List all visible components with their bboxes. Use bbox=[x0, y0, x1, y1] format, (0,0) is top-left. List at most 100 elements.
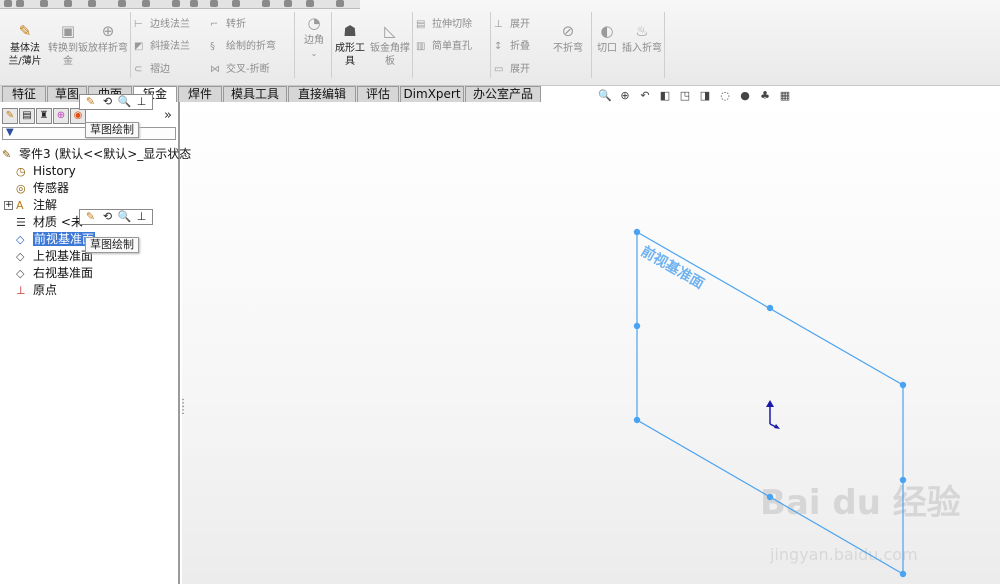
tree-item-sensors[interactable]: ◎ 传感器 bbox=[16, 180, 69, 197]
corner-dropdown-icon[interactable]: ⌄ bbox=[298, 47, 330, 60]
qat-icon[interactable] bbox=[190, 0, 198, 7]
graphics-area[interactable]: Bai du 经验 jingyan.baidu.com bbox=[182, 102, 1000, 584]
miter-flange-button[interactable]: ◩ 斜接法兰 bbox=[134, 40, 190, 54]
zoom-area-icon[interactable]: ⊕ bbox=[615, 89, 635, 102]
panel-splitter-handle[interactable]: ⋮ ⋮ bbox=[178, 399, 188, 424]
qat-icon[interactable] bbox=[336, 0, 344, 7]
ribbon-divider bbox=[490, 12, 491, 78]
tree-item-front-plane[interactable]: ◇ 前视基准面 bbox=[16, 231, 96, 248]
tooltip-sketch: 草图绘制 bbox=[85, 122, 139, 138]
property-manager-tab-icon[interactable]: ▤ bbox=[19, 108, 35, 124]
zoom-to-selection-icon[interactable]: 🔍 bbox=[116, 210, 133, 224]
convert-to-sheet-button[interactable]: ▣ 转换到钣金 bbox=[47, 22, 89, 68]
simple-hole-button[interactable]: ▥ 简单直孔 bbox=[416, 40, 472, 54]
command-manager-ribbon: ✎ 基体法兰/薄片 ▣ 转换到钣金 ⊕ 放样折弯 ⊢ 边线法兰 ◩ 斜接法兰 ⊂ 褶边… bbox=[0, 0, 1000, 86]
normal-to-icon[interactable]: ⟲ bbox=[99, 95, 116, 109]
insert-bends-button[interactable]: ♨ 插入折弯 bbox=[622, 22, 662, 55]
sketched-bend-button[interactable]: § 绘制的折弯 bbox=[210, 40, 276, 54]
sketch-icon[interactable]: ✎ bbox=[82, 210, 99, 224]
display-manager-tab-icon[interactable]: ◉ bbox=[70, 108, 86, 124]
ribbon-divider bbox=[294, 12, 295, 78]
qat-icon[interactable] bbox=[88, 0, 96, 7]
hem-button[interactable]: ⊂ 褶边 bbox=[134, 63, 170, 77]
expand-chevron-icon[interactable]: » bbox=[164, 108, 172, 123]
qat-icon[interactable] bbox=[210, 0, 218, 7]
normal-to-icon[interactable]: ⟲ bbox=[99, 210, 116, 224]
cross-break-label: 交叉-折断 bbox=[226, 64, 270, 75]
sensor-icon: ◎ bbox=[16, 182, 26, 195]
edge-flange-button[interactable]: ⊢ 边线法兰 bbox=[134, 18, 190, 32]
tree-item-right-plane[interactable]: ◇ 右视基准面 bbox=[16, 265, 93, 282]
rip-button[interactable]: ◐ 切口 bbox=[594, 22, 620, 55]
tab-weldments[interactable]: 焊件 bbox=[178, 86, 222, 102]
tree-item-label: 注解 bbox=[33, 198, 58, 212]
ribbon-divider bbox=[130, 12, 131, 78]
convert-sheet-icon: ▣ bbox=[60, 22, 76, 40]
previous-view-icon[interactable]: ↶ bbox=[635, 89, 655, 102]
gusset-icon: ◺ bbox=[384, 22, 396, 40]
qat-icon[interactable] bbox=[262, 0, 270, 7]
qat-icon[interactable] bbox=[40, 0, 48, 7]
cross-break-button[interactable]: ⋈ 交叉-折断 bbox=[210, 63, 270, 77]
qat-icon[interactable] bbox=[64, 0, 72, 7]
no-bends-button[interactable]: ⊘ 不折弯 bbox=[548, 22, 588, 55]
forming-tool-button[interactable]: ☗ 成形工具 bbox=[333, 22, 367, 68]
hide-show-icon[interactable]: ◌ bbox=[715, 89, 735, 102]
fold-label: 折叠 bbox=[510, 41, 530, 52]
insert-bends-label: 插入折弯 bbox=[622, 43, 662, 54]
zoom-to-fit-icon[interactable]: 🔍 bbox=[595, 89, 615, 102]
jog-button[interactable]: ⌐ 转折 bbox=[210, 18, 246, 32]
miter-flange-icon: ◩ bbox=[134, 41, 144, 52]
qat-icon[interactable] bbox=[232, 0, 240, 7]
flatten-icon: ▭ bbox=[494, 64, 504, 75]
fold-button[interactable]: ↕ 折叠 bbox=[494, 40, 530, 54]
tab-evaluate[interactable]: 评估 bbox=[357, 86, 399, 102]
appearance-icon[interactable]: ● bbox=[735, 89, 755, 102]
qat-icon[interactable] bbox=[284, 0, 292, 7]
tab-features[interactable]: 特征 bbox=[2, 86, 46, 102]
qat-icon[interactable] bbox=[118, 0, 126, 7]
tree-item-material[interactable]: ☰ 材质 <未 bbox=[16, 214, 83, 231]
tree-item-top-plane[interactable]: ◇ 上视基准面 bbox=[16, 248, 93, 265]
qat-icon[interactable] bbox=[142, 0, 150, 7]
section-view-icon[interactable]: ◧ bbox=[655, 89, 675, 102]
qat-icon[interactable] bbox=[16, 0, 24, 7]
tree-root-part[interactable]: ✎ 零件3 (默认<<默认>_显示状态 bbox=[2, 146, 191, 163]
expand-icon[interactable]: + bbox=[4, 201, 13, 210]
rip-label: 切口 bbox=[597, 43, 617, 54]
lofted-bend-icon: ⊕ bbox=[101, 22, 115, 40]
cross-break-icon: ⋈ bbox=[210, 64, 220, 75]
tab-direct-editing[interactable]: 直接编辑 bbox=[288, 86, 356, 102]
tab-mold-tools[interactable]: 模具工具 bbox=[223, 86, 287, 102]
unfold-label: 展开 bbox=[510, 19, 530, 30]
gusset-button[interactable]: ◺ 钣金角撑板 bbox=[370, 22, 410, 68]
tree-item-origin[interactable]: ⊥ 原点 bbox=[16, 282, 57, 299]
sketch-icon[interactable]: ✎ bbox=[82, 95, 99, 109]
tab-dimxpert[interactable]: DimXpert bbox=[400, 86, 464, 102]
base-flange-button[interactable]: ✎ 基体法兰/薄片 bbox=[4, 22, 46, 68]
tree-item-history[interactable]: ◷ History bbox=[16, 163, 76, 180]
gusset-label: 钣金角撑板 bbox=[370, 43, 410, 67]
unfold-button[interactable]: ⊥ 展开 bbox=[494, 18, 530, 32]
flatten-button[interactable]: ▭ 展开 bbox=[494, 63, 530, 77]
configuration-manager-tab-icon[interactable]: ♜ bbox=[36, 108, 52, 124]
view-settings-icon[interactable]: ▦ bbox=[775, 89, 795, 102]
lofted-bend-button[interactable]: ⊕ 放样折弯 bbox=[88, 22, 128, 55]
extruded-cut-button[interactable]: ▤ 拉伸切除 bbox=[416, 18, 472, 32]
tab-office-products[interactable]: 办公室产品 bbox=[465, 86, 541, 102]
filter-icon[interactable]: ▼ bbox=[6, 127, 14, 138]
qat-icon[interactable] bbox=[4, 0, 12, 7]
feature-manager-tab-icon[interactable]: ✎ bbox=[2, 108, 18, 124]
zoom-to-selection-icon[interactable]: 🔍 bbox=[116, 95, 133, 109]
show-hide-icon[interactable]: ⊥ bbox=[133, 95, 150, 109]
qat-icon[interactable] bbox=[172, 0, 180, 7]
scene-icon[interactable]: ♣ bbox=[755, 89, 775, 102]
show-hide-icon[interactable]: ⊥ bbox=[133, 210, 150, 224]
tree-item-label: 右视基准面 bbox=[33, 266, 94, 280]
corner-button[interactable]: ◔ 边角 ⌄ bbox=[298, 14, 330, 60]
dimxpert-tab-icon[interactable]: ⊕ bbox=[53, 108, 69, 124]
quick-access-toolbar bbox=[0, 0, 360, 9]
qat-icon[interactable] bbox=[306, 0, 314, 7]
view-orientation-icon[interactable]: ◳ bbox=[675, 89, 695, 102]
display-style-icon[interactable]: ◨ bbox=[695, 89, 715, 102]
